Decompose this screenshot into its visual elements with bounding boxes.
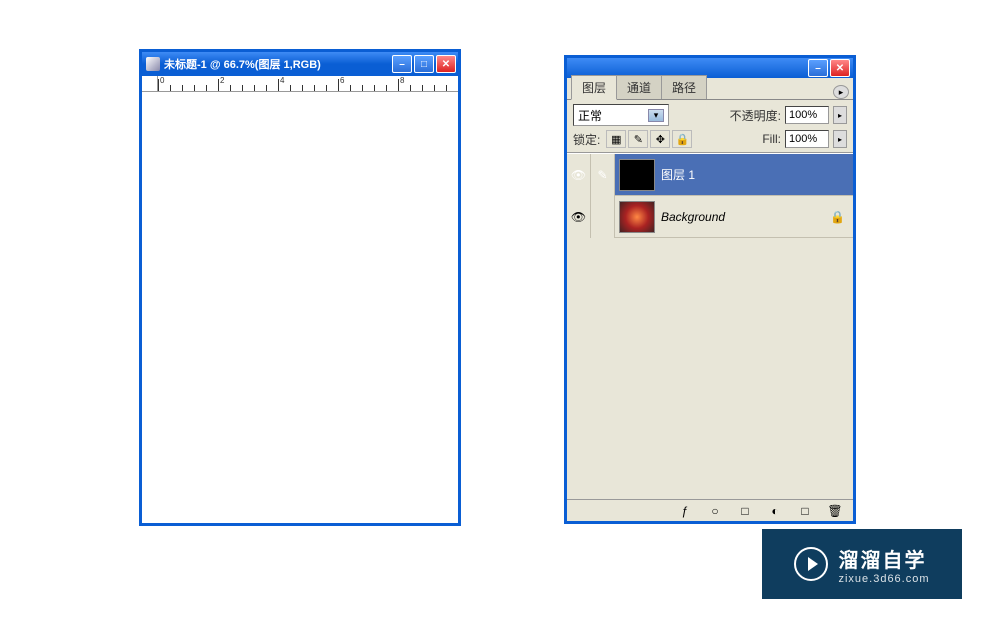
panel-controls: 正常 ▾ 不透明度: 100% ▸ 锁定: ▦ ✎ ✥ 🔒 Fill: 100%… <box>567 100 853 153</box>
lock-icon: 🔒 <box>830 210 845 224</box>
fill-label: Fill: <box>762 132 781 146</box>
minimize-button[interactable]: – <box>392 55 412 73</box>
tab-layers[interactable]: 图层 <box>571 75 617 100</box>
layer-thumbnail[interactable] <box>619 159 655 191</box>
panel-minimize-button[interactable]: – <box>808 59 828 77</box>
visibility-toggle[interactable]: 👁 <box>567 196 591 238</box>
blend-mode-select[interactable]: 正常 ▾ <box>573 104 669 126</box>
lock-label: 锁定: <box>573 131 600 148</box>
layer-name[interactable]: 图层 1 <box>661 166 695 183</box>
layer-list: 👁 ✎ 图层 1 👁 Background 🔒 <box>567 153 853 499</box>
eye-icon: 👁 <box>571 210 586 224</box>
tab-channels[interactable]: 通道 <box>616 75 662 99</box>
opacity-input[interactable]: 100% <box>785 106 829 124</box>
lock-all-button[interactable]: 🔒 <box>672 130 692 148</box>
window-buttons: – □ ✕ <box>392 55 456 73</box>
fill-input[interactable]: 100% <box>785 130 829 148</box>
document-window: 未标题-1 @ 66.7%(图层 1,RGB) – □ ✕ 0246810 02… <box>139 49 461 526</box>
badge-subtitle: zixue.3d66.com <box>838 573 929 585</box>
badge-title: 溜溜自学 <box>838 544 926 573</box>
delete-layer-button[interactable]: 🗑 <box>821 502 849 520</box>
layer-row[interactable]: 👁 Background 🔒 <box>567 196 853 238</box>
fill-expand-button[interactable]: ▸ <box>833 130 847 148</box>
app-icon <box>146 57 160 71</box>
layers-panel-window: – ✕ 图层 通道 路径 ▸ 正常 ▾ 不透明度: 100% ▸ 锁定: ▦ ✎… <box>564 55 856 524</box>
layer-name[interactable]: Background <box>661 210 725 224</box>
brush-icon: ✎ <box>597 168 607 182</box>
lock-transparency-button[interactable]: ▦ <box>606 130 626 148</box>
adjustment-layer-button[interactable]: ◐ <box>761 502 789 520</box>
layer-mask-button[interactable]: ○ <box>701 502 729 520</box>
link-toggle[interactable]: ✎ <box>591 154 615 196</box>
play-icon <box>794 547 828 581</box>
watermark-badge: 溜溜自学 zixue.3d66.com <box>762 529 962 599</box>
layer-thumbnail[interactable] <box>619 201 655 233</box>
new-set-button[interactable]: □ <box>731 502 759 520</box>
opacity-label: 不透明度: <box>730 107 781 124</box>
tab-paths[interactable]: 路径 <box>661 75 707 99</box>
lock-buttons: ▦ ✎ ✥ 🔒 <box>606 130 692 148</box>
close-button[interactable]: ✕ <box>436 55 456 73</box>
chevron-down-icon: ▾ <box>648 109 664 122</box>
ruler-horizontal[interactable]: 0246810 <box>158 76 458 92</box>
blend-mode-value: 正常 <box>578 107 602 124</box>
layer-row[interactable]: 👁 ✎ 图层 1 <box>567 154 853 196</box>
document-title: 未标题-1 @ 66.7%(图层 1,RGB) <box>164 56 392 72</box>
lock-pixels-button[interactable]: ✎ <box>628 130 648 148</box>
panel-menu-button[interactable]: ▸ <box>833 85 849 99</box>
new-layer-button[interactable]: □ <box>791 502 819 520</box>
visibility-toggle[interactable]: 👁 <box>567 154 591 196</box>
maximize-button[interactable]: □ <box>414 55 434 73</box>
lock-position-button[interactable]: ✥ <box>650 130 670 148</box>
eye-icon: 👁 <box>571 168 586 182</box>
panel-footer: ƒ ○ □ ◐ □ 🗑 <box>567 499 853 521</box>
opacity-expand-button[interactable]: ▸ <box>833 106 847 124</box>
panel-close-button[interactable]: ✕ <box>830 59 850 77</box>
layer-style-button[interactable]: ƒ <box>671 502 699 520</box>
ruler-corner <box>142 76 158 92</box>
panel-tabs: 图层 通道 路径 ▸ <box>567 78 853 100</box>
document-titlebar[interactable]: 未标题-1 @ 66.7%(图层 1,RGB) – □ ✕ <box>142 52 458 76</box>
link-toggle[interactable] <box>591 196 615 238</box>
